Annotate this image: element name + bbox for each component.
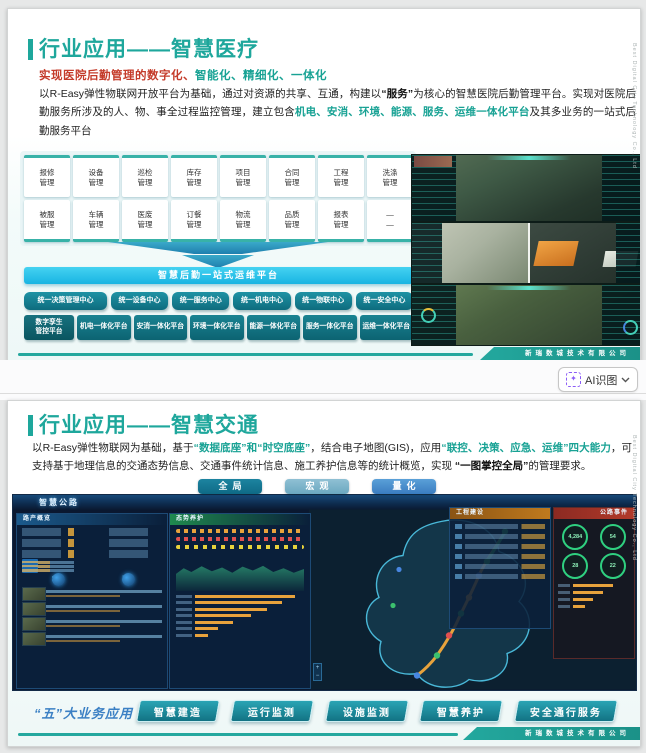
ai-button-label: AI识图 — [585, 374, 618, 387]
module-card: 库存 管理 — [171, 155, 217, 197]
side-watermark: Best Digital City Technology Co., Ltd — [631, 43, 637, 169]
chevron-down-icon[interactable] — [621, 377, 630, 383]
module-card: 洗涤 管理 — [367, 155, 413, 197]
traffic-dashboard-screenshot: 智慧公路 +− 路产概览 8 72 — [12, 494, 637, 691]
map-zoom-control: + − — [313, 663, 322, 681]
module-card: 巡检 管理 — [122, 155, 168, 197]
module-card: 合同 管理 — [269, 155, 315, 197]
company-ribbon: 新瑞数城技术有限公司 — [463, 727, 640, 740]
footer-line — [18, 353, 473, 356]
module-card: 报修 管理 — [24, 155, 70, 197]
screenshot-hospital-buildings — [411, 222, 640, 284]
app-button: 智慧建造 — [136, 700, 221, 722]
module-card: 项目 管理 — [220, 155, 266, 197]
device-stats: 8 72 — [19, 572, 165, 586]
viewer-gap-band: ✦ AI识图 — [0, 360, 646, 400]
view-button-global: 全局 — [198, 479, 262, 494]
module-card: 设备 管理 — [73, 155, 119, 197]
center-button: 统一服务中心 — [172, 292, 230, 310]
intro-paragraph-traffic: 以R-Easy弹性物联网为基础，基于“数据底座”和“时空底座”，结合电子地图(G… — [32, 442, 633, 473]
module-grid-row2: 被服 管理 车辆 管理 医废 管理 订餐 管理 物流 管理 品质 管理 报表 管… — [24, 200, 413, 242]
unified-centers-row: 统一决策管理中心 统一设备中心 统一服务中心 统一机电中心 统一物联中心 统一安… — [24, 292, 413, 310]
center-button: 统一设备中心 — [110, 292, 169, 310]
screenshot-hospital-campus-2 — [411, 284, 640, 346]
title-accent-bar — [28, 39, 33, 60]
module-card: 订餐 管理 — [171, 200, 217, 242]
divider — [0, 393, 646, 394]
dashboard-title: 智慧公路 — [39, 498, 79, 507]
center-button: 统一物联中心 — [294, 292, 352, 310]
trend-area-chart — [176, 565, 304, 591]
module-card: 被服 管理 — [24, 200, 70, 242]
view-button-quant: 量化 — [372, 479, 436, 494]
slide-subtitle-medical: 实现医院后勤管理的数字化、智能化、精细化、一体化 — [39, 70, 327, 82]
intro-paragraph-medical: 以R-Easy弹性物联网开放平台为基础，通过对资源的共享、互通，构建以“服务”为… — [39, 88, 637, 137]
module-card: 医废 管理 — [122, 200, 168, 242]
app-button: 设施监测 — [324, 700, 410, 722]
platform-button: 运维一体化平台 — [359, 315, 413, 340]
company-ribbon: 新瑞数城技术有限公司 — [480, 347, 640, 360]
event-gauges: 4,284 54 28 22 — [558, 524, 630, 579]
module-grid-row1: 报修 管理 设备 管理 巡检 管理 库存 管理 项目 管理 合同 管理 工程 管… — [24, 155, 413, 197]
platform-button: 数字孪生 管控平台 — [24, 315, 74, 340]
panel-maintain-header: 态势养护 — [170, 514, 310, 525]
slide-title-traffic: 行业应用——智慧交通 — [39, 414, 259, 437]
module-card: 报表 管理 — [318, 200, 364, 242]
center-button: 统一安全中心 — [355, 292, 413, 310]
slide-medical: 行业应用——智慧医疗 实现医院后勤管理的数字化、智能化、精细化、一体化 以R-E… — [7, 8, 641, 362]
platform-button: 环境一体化平台 — [190, 315, 244, 340]
view-mode-buttons: 全局 宏观 量化 — [8, 479, 640, 495]
module-card: 品质 管理 — [269, 200, 315, 242]
slide-title-medical: 行业应用——智慧医疗 — [39, 38, 259, 61]
module-card: — — — [367, 200, 413, 242]
platform-button: 服务一体化平台 — [303, 315, 357, 340]
funnel-arrow — [108, 242, 328, 268]
side-watermark: Best Digital City Technology Co., Ltd — [631, 435, 637, 561]
title-accent-bar — [28, 415, 33, 436]
module-card: 物流 管理 — [220, 200, 266, 242]
app-button: 安全通行服务 — [513, 700, 618, 722]
app-button: 运行监测 — [230, 700, 315, 722]
footer-line — [18, 733, 458, 736]
module-card: 车辆 管理 — [73, 200, 119, 242]
platform-button: 机电一体化平台 — [77, 315, 131, 340]
view-button-macro: 宏观 — [285, 479, 349, 494]
app-button: 智慧养护 — [419, 700, 504, 722]
panel-asset-header: 路产概览 — [17, 514, 167, 525]
center-button: 统一决策管理中心 — [24, 292, 107, 310]
center-button: 统一机电中心 — [233, 292, 291, 310]
screenshot-hospital-campus-1 — [411, 154, 640, 222]
panel-events-header: 公路事件 — [554, 508, 634, 519]
slide-traffic: 行业应用——智慧交通 以R-Easy弹性物联网为基础，基于“数据底座”和“时空底… — [7, 400, 641, 747]
application-buttons-row: 智慧建造 运行监测 设施监测 智慧养护 安全通行服务 — [136, 700, 618, 722]
panel-construction-header: 工程建设 — [450, 508, 550, 519]
dashboard-panel-construction: 工程建设 — [449, 507, 551, 629]
module-card: 工程 管理 — [318, 155, 364, 197]
dashboard-panel-maintain: 态势养护 — [169, 513, 311, 689]
ai-recognize-button[interactable]: ✦ AI识图 — [558, 367, 639, 392]
platform-button: 能源一体化平台 — [246, 315, 300, 340]
ai-sparkle-icon: ✦ — [566, 372, 581, 387]
platform-button: 安消一体化平台 — [133, 315, 187, 340]
five-apps-label: “五”大业务应用 — [34, 706, 134, 721]
dashboard-panel-events: 公路事件 4,284 54 28 22 — [553, 507, 635, 659]
platforms-row: 数字孪生 管控平台 机电一体化平台 安消一体化平台 环境一体化平台 能源一体化平… — [24, 315, 413, 340]
hospital-screenshots — [411, 154, 640, 346]
dashboard-panel-asset: 路产概览 8 72 — [16, 513, 168, 689]
platform-banner: 智慧后勤一站式运维平台 — [24, 267, 413, 284]
